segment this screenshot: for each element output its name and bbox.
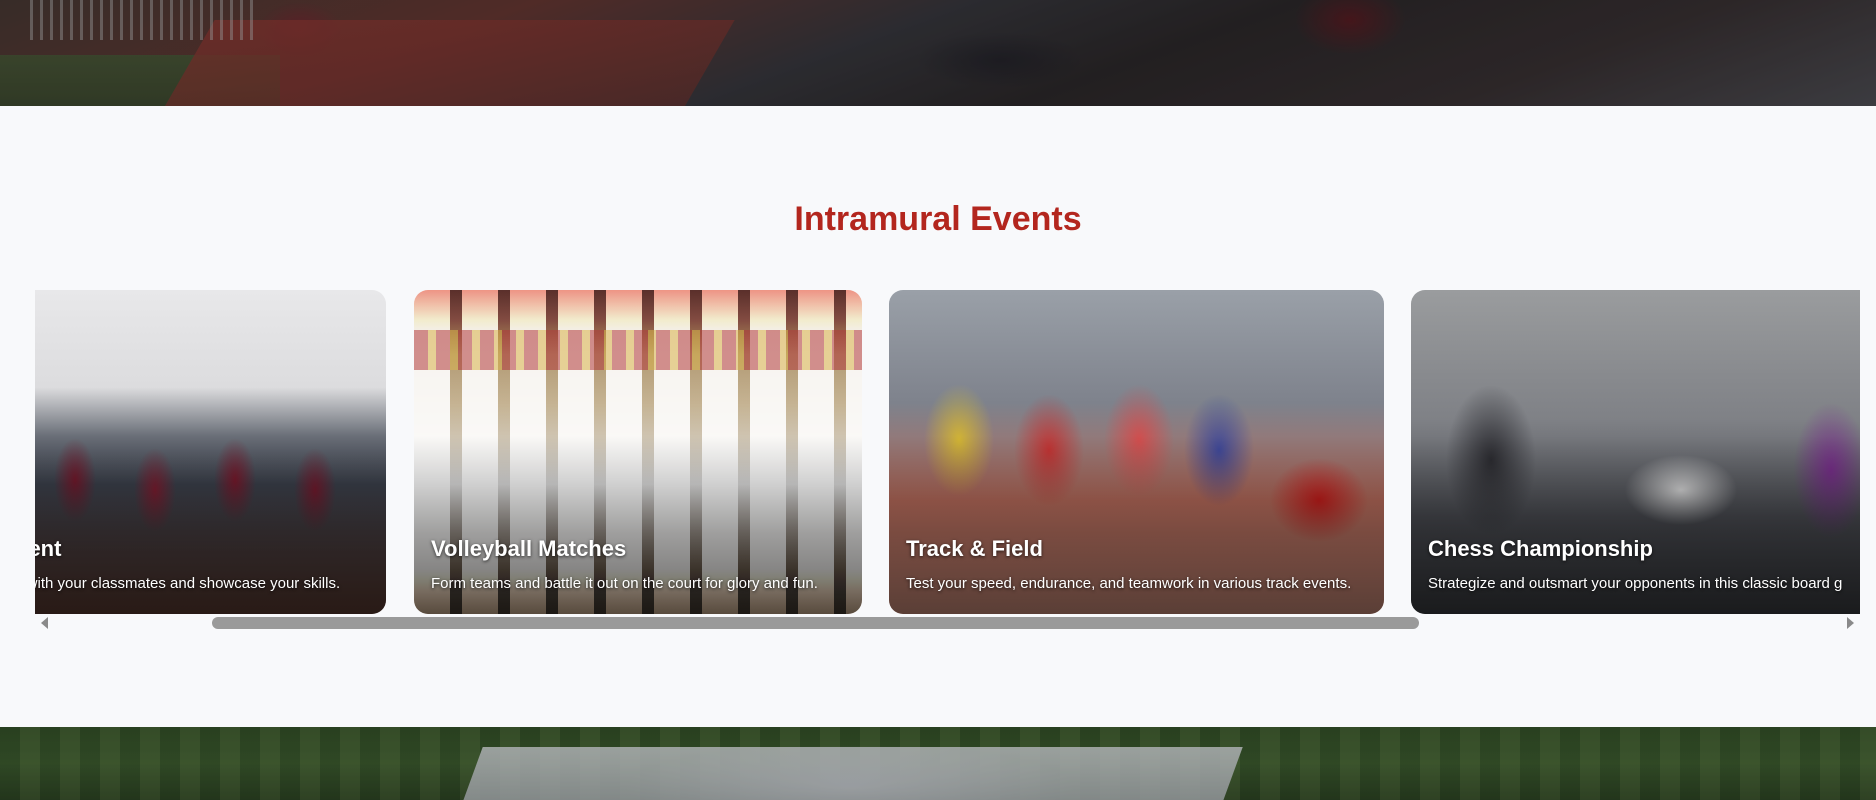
event-card-title: Track & Field [906,536,1043,561]
scroll-right-arrow-icon[interactable] [1847,617,1854,629]
event-card-title: nent [35,536,62,561]
event-card-description: Form teams and battle it out on the cour… [431,575,818,592]
bottom-banner-image [0,727,1876,800]
intramural-events-section: Intramural Events nent s with your class… [0,106,1876,727]
section-title: Intramural Events [794,200,1082,238]
scrollbar-thumb[interactable] [212,617,1419,629]
event-card-basketball[interactable]: nent s with your classmates and showcase… [35,290,386,614]
top-banner-image [0,0,1876,106]
event-card-title: Volleyball Matches [431,536,627,561]
event-card-description: s with your classmates and showcase your… [35,575,341,592]
scroll-left-arrow-icon[interactable] [41,617,48,629]
event-card-chess[interactable]: Chess Championship Strategize and outsma… [1411,290,1860,614]
event-card-volleyball[interactable]: Volleyball Matches Form teams and battle… [414,290,862,614]
event-card-description: Test your speed, endurance, and teamwork… [906,575,1352,592]
event-card-track-field[interactable]: Track & Field Test your speed, endurance… [889,290,1384,614]
events-carousel[interactable]: nent s with your classmates and showcase… [35,290,1860,628]
event-card-title: Chess Championship [1428,536,1653,561]
event-card-description: Strategize and outsmart your opponents i… [1428,575,1843,592]
carousel-scrollbar[interactable] [35,615,1860,629]
